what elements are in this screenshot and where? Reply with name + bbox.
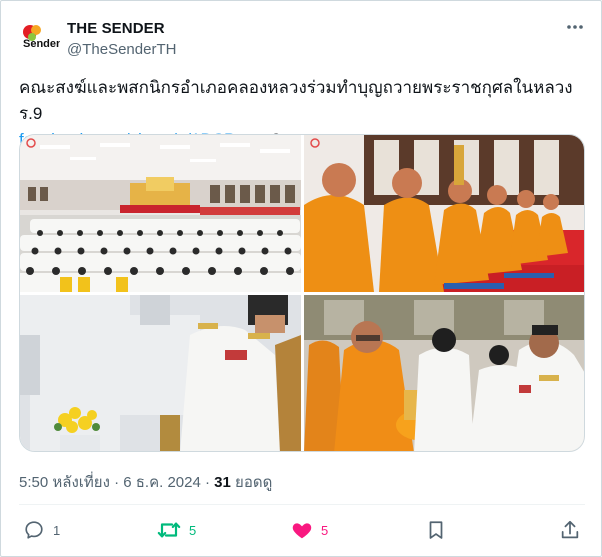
more-button[interactable] — [561, 17, 589, 41]
retweet-count: 5 — [189, 522, 197, 538]
logo-wordmark: Sender — [23, 38, 60, 50]
author-handle[interactable]: @TheSenderTH — [67, 41, 176, 58]
author-name[interactable]: THE SENDER — [67, 20, 165, 37]
tweet-time[interactable]: 5:50 หลังเที่ยง — [19, 474, 110, 491]
like-button[interactable]: 5 — [291, 516, 328, 544]
meta-separator: · — [109, 474, 124, 491]
heart-icon — [292, 523, 312, 539]
sender-logo-icon: Sender — [18, 18, 60, 60]
hall-ceremony-photo — [20, 135, 301, 292]
photo-official-uniform[interactable] — [20, 295, 301, 451]
tweet-meta: 5:50 หลังเที่ยง · 6 ธ.ค. 2024 · 31 ยอดดู — [19, 470, 272, 494]
alms-offering-photo — [304, 295, 584, 451]
share-icon — [561, 520, 579, 539]
retweet-icon — [157, 522, 181, 538]
reply-button[interactable]: 1 — [23, 516, 60, 544]
tweet-card[interactable]: Sender THE SENDER @TheSenderTH คณะสงฆ์แล… — [0, 0, 602, 557]
photo-alms-offering[interactable] — [304, 295, 584, 451]
tweet-date[interactable]: 6 ธ.ค. 2024 — [123, 474, 201, 491]
official-uniform-photo — [20, 295, 301, 451]
more-horizontal-icon — [567, 25, 583, 29]
photo-monks-seated[interactable] — [304, 135, 584, 292]
reply-icon — [25, 521, 43, 539]
avatar[interactable]: Sender — [18, 18, 60, 60]
monks-seated-photo — [304, 135, 584, 292]
reply-count: 1 — [53, 522, 61, 538]
retweet-button[interactable]: 5 — [157, 516, 196, 544]
tweet-body: คณะสงฆ์และพสกนิกรอำเภอคลองหลวงร่วมทำบุญถ… — [19, 78, 573, 123]
views-count: 31 — [214, 474, 231, 491]
like-count: 5 — [321, 522, 329, 538]
bookmark-button[interactable] — [425, 516, 447, 544]
share-button[interactable] — [559, 516, 581, 544]
divider — [19, 504, 585, 505]
bookmark-icon — [429, 521, 443, 539]
media-grid — [19, 134, 585, 452]
meta-separator: · — [200, 474, 215, 491]
views-label: ยอดดู — [230, 474, 273, 491]
photo-hall-ceremony[interactable] — [20, 135, 301, 292]
